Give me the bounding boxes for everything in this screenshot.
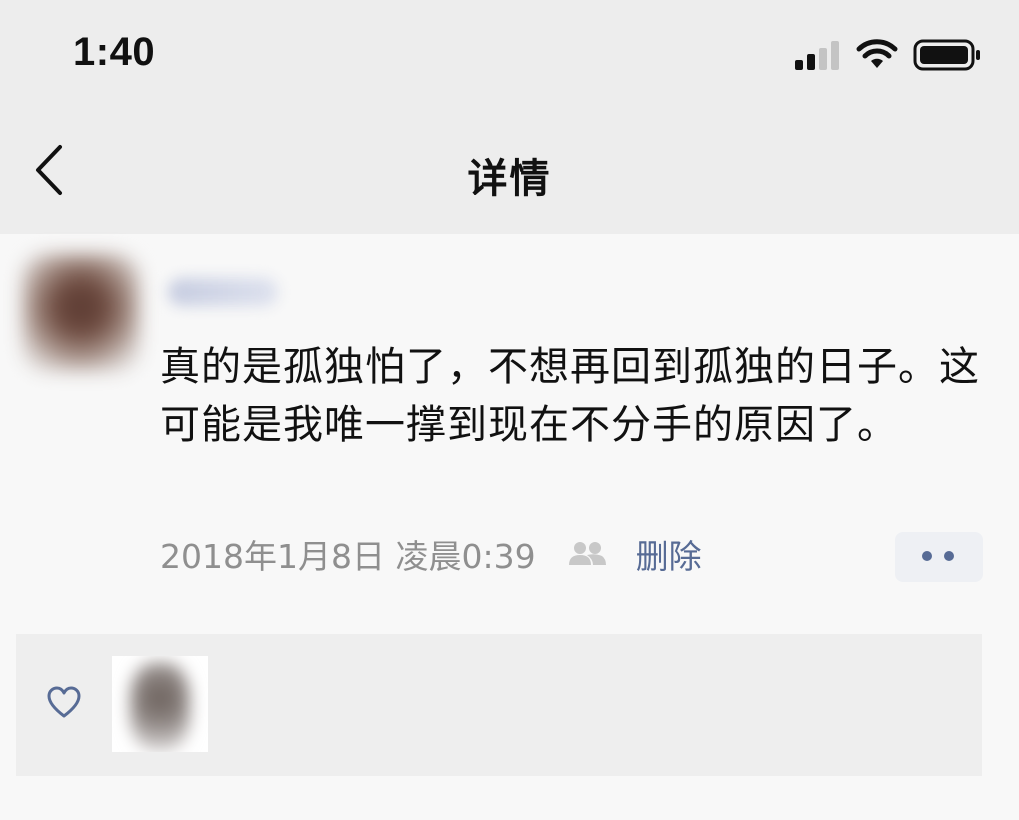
likes-section	[16, 634, 982, 776]
post-meta: 2018年1月8日 凌晨0:39 删除	[160, 530, 702, 578]
avatar[interactable]	[22, 254, 140, 372]
post-text: 真的是孤独怕了，不想再回到孤独的日子。这可能是我唯一撑到现在不分手的原因了。	[160, 344, 980, 448]
status-bar: 1:40	[0, 0, 1019, 110]
liker-avatar[interactable]	[112, 656, 208, 752]
heart-outline-icon	[46, 686, 82, 724]
page-title: 详情	[467, 156, 552, 202]
post-timestamp: 2018年1月8日 凌晨0:39	[160, 537, 536, 576]
nav-bar: 详情	[0, 110, 1019, 234]
more-dots-icon	[919, 548, 959, 567]
delete-link[interactable]: 删除	[636, 530, 702, 578]
status-time: 1:40	[73, 30, 156, 74]
moment-post: 真的是孤独怕了，不想再回到孤独的日子。这可能是我唯一撑到现在不分手的原因了。 2…	[0, 234, 1019, 634]
liker-avatar-image	[130, 662, 190, 752]
username-blurred[interactable]	[168, 278, 278, 306]
more-button[interactable]	[895, 532, 983, 582]
friends-icon	[566, 539, 610, 569]
status-icons	[793, 38, 983, 72]
